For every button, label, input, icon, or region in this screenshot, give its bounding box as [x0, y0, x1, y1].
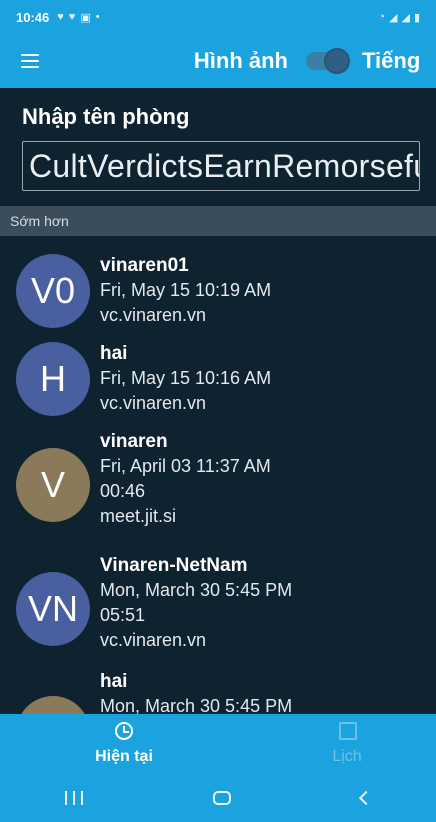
- item-server: vc.vinaren.vn: [100, 630, 207, 650]
- list-item[interactable]: H hai Fri, May 15 10:16 AM vc.vinaren.vn: [0, 332, 436, 420]
- tab-calendar-label: Lịch: [332, 748, 362, 765]
- room-entry: Nhập tên phòng CultVerdictsEarnRemorsefu…: [0, 88, 436, 206]
- app-toolbar: Hình ảnh Tiếng: [0, 34, 436, 88]
- item-duration: 05:51: [100, 605, 146, 625]
- battery-icon: ▮: [413, 11, 420, 24]
- item-date: Fri, May 15 10:19 AM: [100, 280, 272, 300]
- room-name-value: CultVerdictsEarnRemorsefully: [29, 148, 420, 184]
- item-name: hai: [100, 671, 128, 692]
- item-date: Fri, May 15 10:16 AM: [100, 368, 272, 388]
- list-item[interactable]: VN Vinaren-NetNam Mon, March 30 5:45 PM …: [0, 544, 436, 668]
- item-name: vinaren: [100, 431, 168, 452]
- bottom-navigation: Hiện tại Lịch: [0, 714, 436, 774]
- audio-only-toggle[interactable]: [306, 48, 350, 74]
- avatar: H: [16, 342, 90, 416]
- item-server: vc.vinaren.vn: [100, 305, 207, 325]
- home-icon[interactable]: [213, 791, 231, 805]
- status-time: 10:46: [16, 9, 50, 25]
- heart-icon: ♥: [57, 10, 64, 23]
- item-duration: 00:46: [100, 481, 146, 501]
- dot-icon: •: [95, 10, 100, 23]
- tab-current-label: Hiện tại: [95, 748, 153, 765]
- recent-list[interactable]: V0 vinaren01 Fri, May 15 10:19 AM vc.vin…: [0, 236, 436, 714]
- item-name: Vinaren-NetNam: [100, 555, 248, 576]
- list-item[interactable]: H hai Mon, March 30 5:45 PM: [0, 668, 436, 714]
- audio-toggle-label: Tiếng: [362, 48, 421, 73]
- item-date: Fri, April 03 11:37 AM: [100, 456, 271, 476]
- video-toggle-label: Hình ảnh: [193, 48, 288, 73]
- history-icon: [115, 722, 133, 740]
- section-header-earlier: Sớm hơn: [0, 206, 436, 236]
- wifi-icon: ◔: [378, 10, 385, 23]
- heart-icon: ♥: [68, 10, 76, 23]
- item-server: vc.vinaren.vn: [100, 393, 207, 413]
- status-notification-icons: ♥ ♥ ▣ •: [57, 11, 99, 24]
- room-name-input[interactable]: CultVerdictsEarnRemorsefully: [22, 141, 420, 191]
- list-item[interactable]: V vinaren Fri, April 03 11:37 AM 00:46 m…: [0, 420, 436, 544]
- item-date: Mon, March 30 5:45 PM: [100, 580, 293, 600]
- calendar-icon: [339, 722, 357, 740]
- item-server: meet.jit.si: [100, 506, 177, 526]
- menu-icon[interactable]: [0, 34, 60, 88]
- room-name-label: Nhập tên phòng: [22, 104, 190, 129]
- avatar: VN: [16, 572, 90, 646]
- item-name: vinaren01: [100, 255, 189, 276]
- message-icon: ▣: [80, 11, 91, 24]
- recent-apps-icon[interactable]: [65, 791, 83, 805]
- toggle-knob: [324, 48, 350, 74]
- item-name: hai: [100, 343, 128, 364]
- list-item[interactable]: V0 vinaren01 Fri, May 15 10:19 AM vc.vin…: [0, 244, 436, 332]
- avatar: V0: [16, 254, 90, 328]
- signal-icon: ◢: [401, 11, 410, 24]
- back-icon[interactable]: [358, 790, 374, 806]
- tab-current[interactable]: Hiện tại: [64, 714, 184, 774]
- item-date: Mon, March 30 5:45 PM: [100, 696, 293, 714]
- status-system-icons: ◔ ◢ ◢ ▮: [378, 11, 420, 24]
- status-bar: 10:46 ♥ ♥ ▣ • ◔ ◢ ◢ ▮: [0, 0, 436, 34]
- signal-icon: ◢: [389, 11, 398, 24]
- avatar: V: [16, 448, 90, 522]
- system-navigation-bar: [0, 774, 436, 822]
- avatar: H: [16, 696, 90, 714]
- tab-calendar[interactable]: Lịch: [292, 714, 402, 774]
